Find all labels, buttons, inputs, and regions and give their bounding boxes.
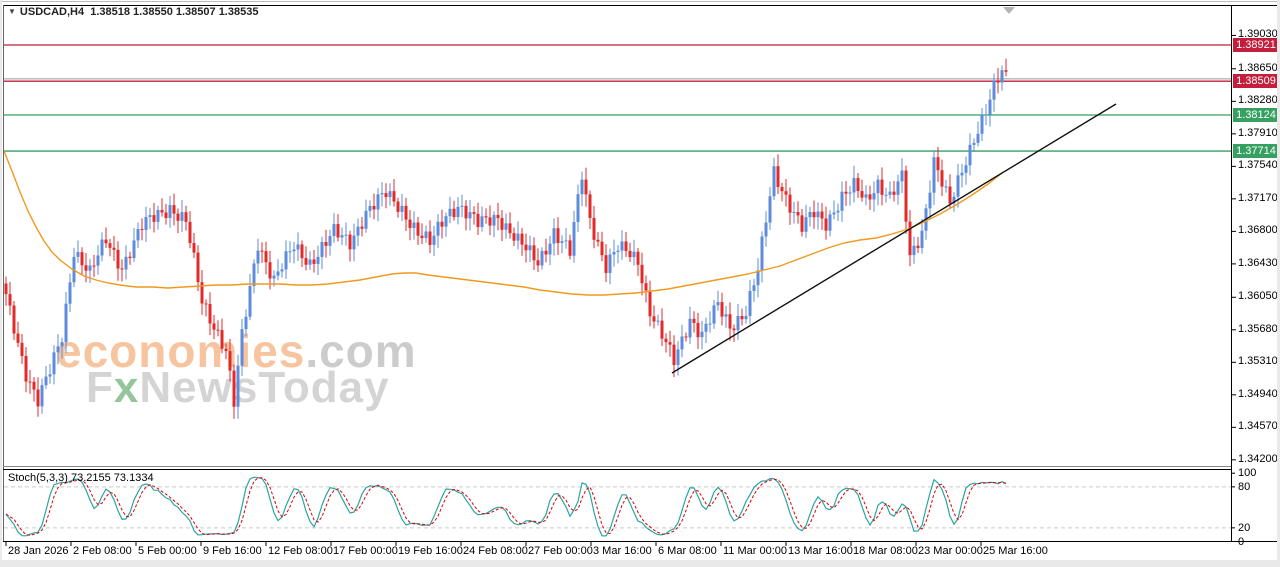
price-tick-label: 1.34940: [1238, 388, 1278, 400]
price-tick-label: 1.37170: [1238, 192, 1278, 204]
time-axis-label: 12 Feb 08:00: [268, 545, 333, 557]
chart-shift-marker-icon[interactable]: [1003, 7, 1015, 14]
time-axis-label: 11 Mar 00:00: [723, 545, 787, 557]
chart-canvas[interactable]: [0, 0, 1280, 567]
price-tick-label: 1.39030: [1238, 28, 1278, 40]
price-tick-label: 1.38650: [1238, 62, 1278, 74]
price-tick-label: 1.37540: [1238, 159, 1278, 171]
window-bottom-edge: [0, 560, 1280, 567]
stoch-tick-label: 100: [1238, 467, 1256, 479]
time-axis-label: 9 Feb 16:00: [203, 545, 262, 557]
stoch-indicator-label: Stoch(5,3,3) 73.2155 73.1334: [8, 472, 154, 484]
time-axis-label: 24 Feb 08:00: [463, 545, 528, 557]
time-axis-label: 27 Feb 00:00: [528, 545, 593, 557]
time-axis-label: 3 Mar 16:00: [593, 545, 652, 557]
time-axis-label: 28 Jan 2026: [8, 545, 69, 557]
ohlc-values: 1.38518 1.38550 1.38507 1.38535: [90, 6, 258, 18]
stoch-tick-label: 20: [1238, 522, 1250, 534]
time-axis-label: 17 Feb 00:00: [333, 545, 398, 557]
time-axis-label: 2 Feb 08:00: [73, 545, 132, 557]
price-tick-label: 1.36800: [1238, 224, 1278, 236]
price-tick-label: 1.35310: [1238, 355, 1278, 367]
price-tick-label: 1.37910: [1238, 127, 1278, 139]
time-axis-label: 25 Mar 16:00: [983, 545, 1048, 557]
time-axis-label: 19 Feb 16:00: [398, 545, 463, 557]
stoch-signal-line: [6, 478, 1006, 536]
time-axis-label: 5 Feb 00:00: [138, 545, 197, 557]
price-tick-label: 1.34570: [1238, 420, 1278, 432]
time-axis-label: 13 Mar 16:00: [788, 545, 853, 557]
chart-title: ▼ USDCAD,H4 1.38518 1.38550 1.38507 1.385…: [8, 6, 258, 18]
ohlc-toggle-caret[interactable]: ▼: [8, 7, 16, 16]
stoch-tick-label: 0: [1238, 536, 1244, 548]
price-tick-label: 1.36430: [1238, 257, 1278, 269]
time-axis-label: 18 Mar 08:00: [853, 545, 918, 557]
window-left-edge: [0, 0, 2, 567]
stoch-tick-label: 80: [1238, 481, 1250, 493]
time-axis-label: 6 Mar 08:00: [658, 545, 717, 557]
mt4-chart-window: economies.com FxNewsToday ▼USDCAD,H4 1.3…: [0, 0, 1280, 567]
price-tick-label: 1.36050: [1238, 290, 1278, 302]
price-tick-label: 1.35680: [1238, 323, 1278, 335]
stoch-main-line: [6, 477, 1006, 536]
price-tick-label: 1.34200: [1238, 453, 1278, 465]
price-tick-label: 1.38280: [1238, 94, 1278, 106]
symbol-timeframe-label: USDCAD,H4: [20, 6, 84, 18]
time-axis-label: 23 Mar 00:00: [918, 545, 983, 557]
